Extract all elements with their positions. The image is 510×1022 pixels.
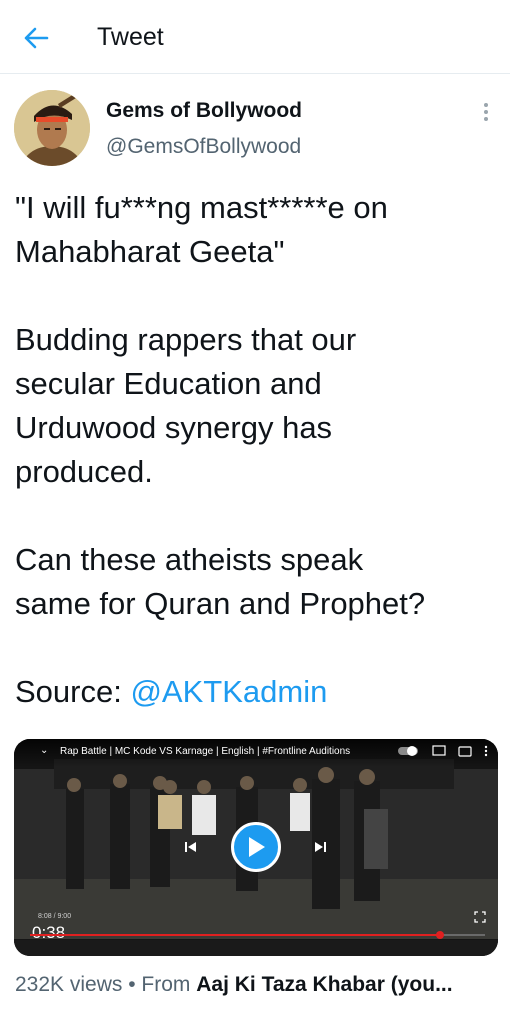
avatar-image — [14, 90, 90, 166]
more-vertical-icon — [484, 103, 488, 107]
autoplay-toggle-icon[interactable] — [398, 745, 420, 757]
skip-next-icon[interactable] — [313, 840, 327, 854]
video-elapsed-time: 8:08 / 9:00 — [38, 913, 72, 920]
top-app-bar: Tweet — [0, 0, 510, 74]
video-meta: 232K views • From Aaj Ki Taza Khabar (yo… — [15, 970, 495, 1000]
back-button[interactable] — [16, 18, 56, 58]
source-label: Source: — [15, 674, 131, 709]
from-label: From — [141, 973, 197, 996]
tweet-author: Gems of Bollywood @GemsOfBollywood — [14, 90, 496, 166]
arrow-left-icon — [24, 27, 49, 49]
tweet-line: same for Quran and Prophet? — [15, 586, 426, 621]
more-vertical-icon-dot — [484, 110, 488, 114]
more-options-button[interactable] — [476, 100, 496, 124]
tweet-line: "I will fu***ng mast*****e on — [15, 190, 388, 225]
tweet-source-line: Source: @AKTKadmin — [15, 670, 500, 714]
tweet-line: Urduwood synergy has — [15, 410, 333, 445]
tweet-text: "I will fu***ng mast*****e on Mahabharat… — [15, 186, 500, 714]
tweet-line: Mahabharat Geeta" — [15, 234, 285, 269]
closed-captions-icon[interactable] — [458, 745, 472, 757]
fullscreen-icon[interactable] — [474, 911, 486, 923]
play-icon — [249, 837, 265, 857]
video-related-strip — [14, 940, 498, 956]
mention-link[interactable]: @AKTKadmin — [130, 674, 327, 709]
video-progress-fill — [30, 934, 440, 936]
more-vertical-icon[interactable] — [484, 745, 488, 757]
author-name[interactable]: Gems of Bollywood — [106, 98, 302, 124]
cast-icon[interactable] — [432, 745, 446, 757]
meta-separator: • — [122, 973, 142, 996]
video-player[interactable]: ⌄ Rap Battle | MC Kode VS Karnage | Engl… — [14, 739, 498, 956]
tweet-line: secular Education and — [15, 366, 322, 401]
video-top-controls — [398, 745, 488, 757]
video-source-link[interactable]: Aaj Ki Taza Khabar (you... — [196, 973, 452, 996]
video-progress-bar[interactable] — [30, 931, 485, 939]
more-vertical-icon-dot — [484, 117, 488, 121]
page-title: Tweet — [97, 23, 164, 51]
video-title: Rap Battle | MC Kode VS Karnage | Englis… — [60, 746, 351, 757]
author-handle[interactable]: @GemsOfBollywood — [106, 134, 301, 160]
chevron-down-icon[interactable]: ⌄ — [40, 745, 48, 756]
avatar[interactable] — [14, 90, 90, 166]
view-count: 232K views — [15, 973, 123, 996]
video-scrubber[interactable] — [435, 931, 444, 939]
tweet-line: Can these atheists speak — [15, 542, 364, 577]
play-button[interactable] — [231, 822, 281, 872]
tweet-line: produced. — [15, 454, 153, 489]
tweet-line: Budding rappers that our — [15, 322, 357, 357]
skip-previous-icon[interactable] — [184, 840, 198, 854]
